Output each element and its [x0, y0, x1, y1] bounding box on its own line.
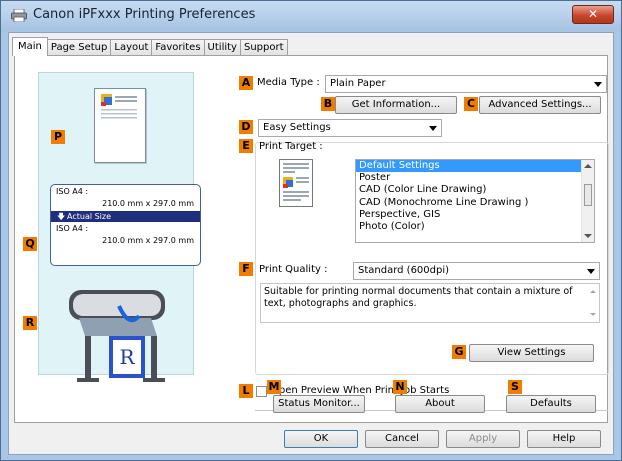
callout-n: N	[393, 380, 407, 394]
title-bar[interactable]: Canon iPFxxx Printing Preferences ✕	[1, 1, 621, 31]
list-item[interactable]: Perspective, GIS	[356, 209, 594, 221]
printer-illustration-icon: R	[69, 290, 165, 382]
settings-mode-select[interactable]: Easy Settings	[258, 119, 442, 137]
window-title: Canon iPFxxx Printing Preferences	[33, 7, 256, 22]
arrow-down-icon: 🡇	[57, 212, 66, 221]
callout-r: R	[23, 316, 37, 330]
view-settings-button[interactable]: View Settings	[469, 344, 594, 362]
list-item[interactable]: Photo (Color)	[356, 221, 594, 233]
source-size-value: 210.0 mm x 297.0 mm	[102, 199, 194, 208]
description-text: Suitable for printing normal documents t…	[264, 286, 573, 309]
paper-size-info: ISO A4 : 210.0 mm x 297.0 mm 🡇 Actual Si…	[50, 184, 201, 266]
document-thumbnail-icon	[101, 94, 137, 119]
callout-q: Q	[23, 237, 37, 251]
media-type-select[interactable]: Plain Paper	[325, 75, 607, 93]
scroll-up-icon[interactable]	[584, 164, 592, 168]
tab-favorites[interactable]: Favorites	[151, 39, 205, 56]
tab-utility[interactable]: Utility	[203, 39, 241, 56]
defaults-button[interactable]: Defaults	[506, 395, 596, 413]
get-information-button[interactable]: Get Information...	[335, 96, 457, 114]
print-quality-value: Standard (600dpi)	[358, 265, 450, 276]
callout-c: C	[464, 97, 478, 111]
callout-g: G	[452, 345, 466, 359]
print-target-label: Print Target :	[259, 141, 323, 152]
source-size-label: ISO A4 :	[56, 187, 89, 196]
paper-preview	[94, 88, 146, 163]
advanced-settings-button[interactable]: Advanced Settings...	[479, 96, 601, 114]
chevron-down-icon	[587, 269, 595, 274]
actual-size-bar: 🡇 Actual Size	[51, 211, 200, 222]
list-item[interactable]: CAD (Monochrome Line Drawing )	[356, 197, 594, 209]
scroll-thumb[interactable]	[584, 184, 592, 206]
open-preview-checkbox[interactable]	[256, 386, 267, 397]
tab-main[interactable]: Main	[12, 37, 48, 56]
tab-strip: Main Page Setup Layout Favorites Utility…	[12, 37, 288, 56]
dialog-client-area: Main Page Setup Layout Favorites Utility…	[8, 32, 614, 455]
help-button[interactable]: Help	[527, 430, 601, 448]
print-quality-description: Suitable for printing normal documents t…	[260, 283, 600, 323]
close-icon: ✕	[587, 7, 599, 21]
actual-size-label: Actual Size	[67, 212, 112, 221]
printing-preferences-window: Canon iPFxxx Printing Preferences ✕ Main…	[0, 0, 622, 461]
callout-e: E	[239, 139, 253, 153]
settings-mode-value: Easy Settings	[263, 122, 331, 133]
apply-button[interactable]: Apply	[446, 430, 520, 448]
about-button[interactable]: About	[395, 395, 485, 413]
callout-b: B	[321, 97, 335, 111]
cancel-button[interactable]: Cancel	[365, 430, 439, 448]
callout-a: A	[239, 76, 253, 90]
main-tab-panel: ISO A4 : 210.0 mm x 297.0 mm 🡇 Actual Si…	[14, 55, 609, 423]
callout-m: M	[267, 380, 281, 394]
callout-l: L	[239, 384, 253, 398]
output-size-value: 210.0 mm x 297.0 mm	[102, 236, 194, 245]
chevron-down-icon	[429, 126, 437, 131]
list-item[interactable]: CAD (Color Line Drawing)	[356, 184, 594, 196]
print-target-scrollbar[interactable]	[581, 160, 594, 242]
scroll-up-icon	[590, 290, 596, 293]
media-type-label: Media Type :	[257, 77, 320, 88]
print-quality-label: Print Quality :	[259, 264, 328, 275]
callout-p: P	[51, 130, 65, 144]
callout-d: D	[239, 120, 253, 134]
ok-button[interactable]: OK	[284, 430, 358, 448]
tab-layout[interactable]: Layout	[110, 39, 153, 56]
callout-f: F	[239, 262, 253, 276]
output-size-label: ISO A4 :	[56, 224, 89, 233]
list-item[interactable]: Poster	[356, 172, 594, 184]
print-quality-select[interactable]: Standard (600dpi)	[353, 262, 600, 280]
scroll-down-icon[interactable]	[584, 234, 592, 238]
print-target-thumbnail-icon	[279, 159, 313, 207]
scroll-down-icon	[590, 313, 596, 316]
print-target-list[interactable]: Default Settings Poster CAD (Color Line …	[355, 159, 595, 243]
svg-text:R: R	[119, 345, 135, 369]
list-item[interactable]: Default Settings	[356, 160, 594, 173]
printer-icon	[11, 9, 27, 22]
tab-support[interactable]: Support	[239, 39, 288, 56]
close-button[interactable]: ✕	[572, 5, 614, 24]
callout-s: S	[508, 380, 522, 394]
status-monitor-button[interactable]: Status Monitor...	[273, 395, 365, 413]
media-type-value: Plain Paper	[330, 78, 386, 89]
tab-page-setup[interactable]: Page Setup	[46, 39, 112, 56]
chevron-down-icon	[594, 82, 602, 87]
